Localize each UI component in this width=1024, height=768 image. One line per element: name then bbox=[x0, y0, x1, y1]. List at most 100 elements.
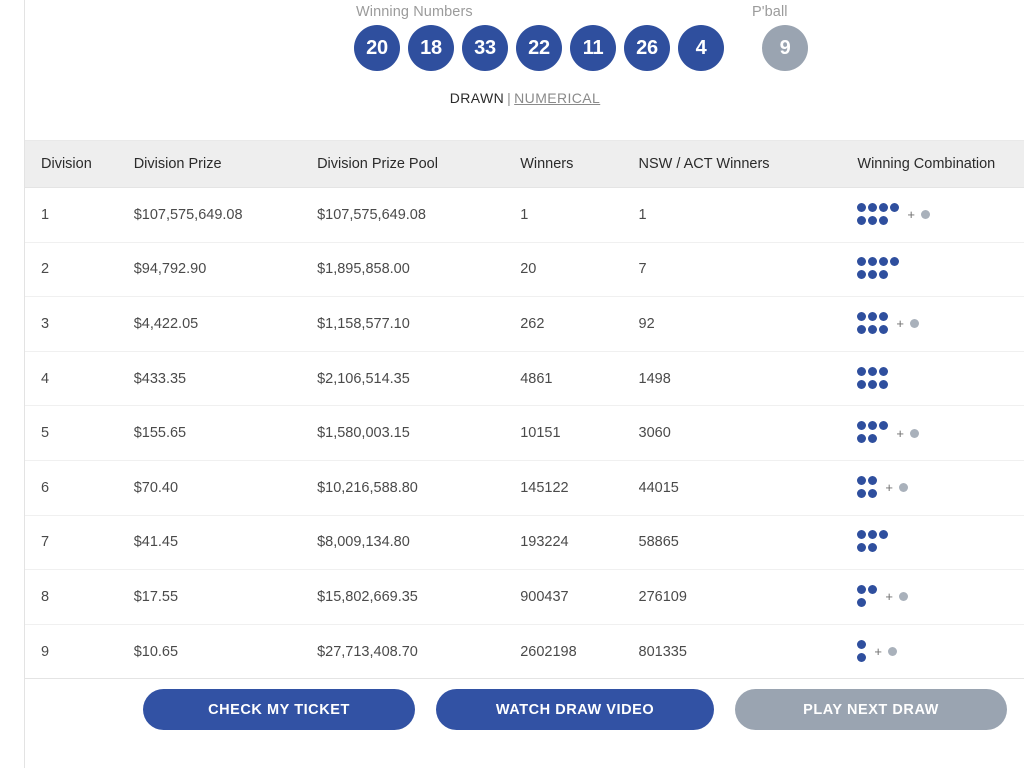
main-dot bbox=[868, 324, 878, 334]
main-number-dots bbox=[857, 366, 889, 391]
main-dot bbox=[857, 639, 867, 649]
main-dot bbox=[890, 202, 900, 212]
powerball-dot bbox=[909, 319, 919, 329]
order-drawn-option[interactable]: DRAWN bbox=[450, 90, 504, 106]
main-dot bbox=[879, 270, 889, 280]
winning-numbers-section: Winning Numbers P'ball 20 18 33 22 11 26 4 9 DR… bbox=[25, 0, 1024, 131]
main-dot bbox=[879, 257, 889, 267]
cell-division-prize-pool: $27,713,408.70 bbox=[317, 643, 418, 660]
powerball-dot bbox=[909, 428, 919, 438]
plus-icon: + bbox=[885, 480, 893, 496]
main-number-dots bbox=[857, 257, 900, 281]
winning-number-ball: 11 bbox=[570, 25, 616, 71]
cell-winners: 262 bbox=[520, 315, 545, 332]
main-dot bbox=[868, 488, 878, 498]
cell-nsw-act-winners: 1498 bbox=[638, 370, 671, 387]
main-number-dots bbox=[857, 311, 889, 336]
cell-division: 5 bbox=[41, 425, 50, 442]
main-dot-placeholder bbox=[890, 216, 899, 225]
main-dot bbox=[857, 488, 867, 498]
cell-winning-combination: + bbox=[857, 311, 1024, 336]
check-my-ticket-button[interactable]: CHECK MY TICKET bbox=[143, 689, 415, 730]
powerball-dot bbox=[898, 483, 908, 493]
plus-icon: + bbox=[885, 589, 893, 605]
main-dot-placeholder bbox=[890, 270, 899, 279]
cell-nsw-act-winners: 801335 bbox=[638, 643, 687, 660]
cell-division-prize-pool: $8,009,134.80 bbox=[317, 534, 410, 551]
cell-division: 1 bbox=[41, 206, 50, 223]
main-dot-placeholder bbox=[879, 434, 888, 443]
combination-indicator: + bbox=[857, 311, 1024, 336]
main-dot-placeholder bbox=[879, 543, 888, 552]
cell-winning-combination: + bbox=[857, 202, 1024, 227]
column-header-winners: Winners bbox=[520, 156, 574, 172]
cell-division-prize: $433.35 bbox=[133, 370, 187, 387]
main-dot bbox=[868, 475, 878, 485]
column-header-division-prize-pool: Division Prize Pool bbox=[317, 156, 438, 172]
cell-winning-combination: + bbox=[857, 475, 1024, 500]
cell-division-prize-pool: $1,158,577.10 bbox=[317, 315, 410, 332]
winning-number-ball: 4 bbox=[678, 25, 724, 71]
order-separator: | bbox=[507, 90, 512, 106]
cell-winners: 4861 bbox=[520, 370, 553, 387]
main-dot bbox=[857, 270, 867, 280]
combination-indicator: + bbox=[857, 584, 1024, 609]
main-dot bbox=[868, 421, 878, 431]
main-dot bbox=[857, 475, 867, 485]
main-dot bbox=[868, 311, 878, 321]
cell-division: 6 bbox=[41, 479, 50, 496]
table-row: 5 $155.65 $1,580,003.15 10151 3060 + bbox=[25, 406, 1024, 461]
cell-division-prize-pool: $10,216,588.80 bbox=[317, 479, 418, 496]
main-dot bbox=[857, 421, 867, 431]
main-dot bbox=[879, 311, 889, 321]
main-dot bbox=[857, 530, 867, 540]
combination-indicator: + bbox=[857, 639, 1024, 664]
cell-winning-combination: + bbox=[857, 584, 1024, 609]
cell-winners: 20 bbox=[520, 261, 537, 278]
cell-winning-combination: + bbox=[857, 639, 1024, 664]
main-dot bbox=[868, 257, 878, 267]
order-numerical-option[interactable]: NUMERICAL bbox=[514, 90, 600, 106]
cell-division-prize: $17.55 bbox=[133, 588, 179, 605]
winning-number-ball: 20 bbox=[354, 25, 400, 71]
main-dot bbox=[857, 202, 867, 212]
main-dot bbox=[857, 597, 867, 607]
cell-division-prize: $70.40 bbox=[133, 479, 179, 496]
watch-draw-video-button[interactable]: WATCH DRAW VIDEO bbox=[436, 689, 714, 730]
column-header-winning-combination: Winning Combination bbox=[857, 156, 996, 172]
draw-order-toggle: DRAWN | NUMERICAL bbox=[25, 90, 1024, 106]
action-buttons: CHECK MY TICKET WATCH DRAW VIDEO PLAY NE… bbox=[25, 689, 1024, 730]
main-dot bbox=[857, 584, 867, 594]
main-dot bbox=[879, 324, 889, 334]
cell-winners: 1 bbox=[520, 206, 529, 223]
drawn-balls: 20 18 33 22 11 26 4 9 bbox=[354, 25, 808, 71]
main-number-dots bbox=[857, 475, 878, 500]
cell-winners: 900437 bbox=[520, 588, 569, 605]
plus-icon: + bbox=[874, 644, 882, 660]
cell-nsw-act-winners: 44015 bbox=[638, 479, 679, 496]
column-header-division-prize: Division Prize bbox=[133, 156, 222, 172]
main-dot bbox=[868, 215, 878, 225]
powerball-dot bbox=[887, 647, 897, 657]
play-next-draw-button[interactable]: PLAY NEXT DRAW bbox=[735, 689, 1007, 730]
results-page: Winning Numbers P'ball 20 18 33 22 11 26 4 9 DR… bbox=[0, 0, 1024, 768]
combination-indicator bbox=[857, 366, 1024, 391]
table-header-row: Division Division Prize Division Prize P… bbox=[25, 141, 1024, 188]
main-number-dots bbox=[857, 421, 889, 445]
table-row: 7 $41.45 $8,009,134.80 193224 58865 bbox=[25, 515, 1024, 571]
cell-division: 7 bbox=[41, 534, 50, 551]
powerball-ball: 9 bbox=[762, 25, 808, 71]
cell-division: 8 bbox=[41, 588, 50, 605]
main-dot bbox=[879, 202, 889, 212]
cell-division-prize-pool: $15,802,669.35 bbox=[317, 588, 418, 605]
plus-icon: + bbox=[896, 425, 904, 441]
main-dot bbox=[879, 530, 889, 540]
main-number-dots bbox=[857, 639, 867, 664]
combination-indicator bbox=[857, 530, 1024, 554]
winning-numbers-label: Winning Numbers bbox=[356, 4, 473, 20]
powerball-dot bbox=[898, 592, 908, 602]
cell-winners: 2602198 bbox=[520, 643, 577, 660]
main-dot bbox=[857, 311, 867, 321]
cell-winning-combination bbox=[857, 366, 1024, 391]
combination-indicator bbox=[857, 257, 1024, 281]
